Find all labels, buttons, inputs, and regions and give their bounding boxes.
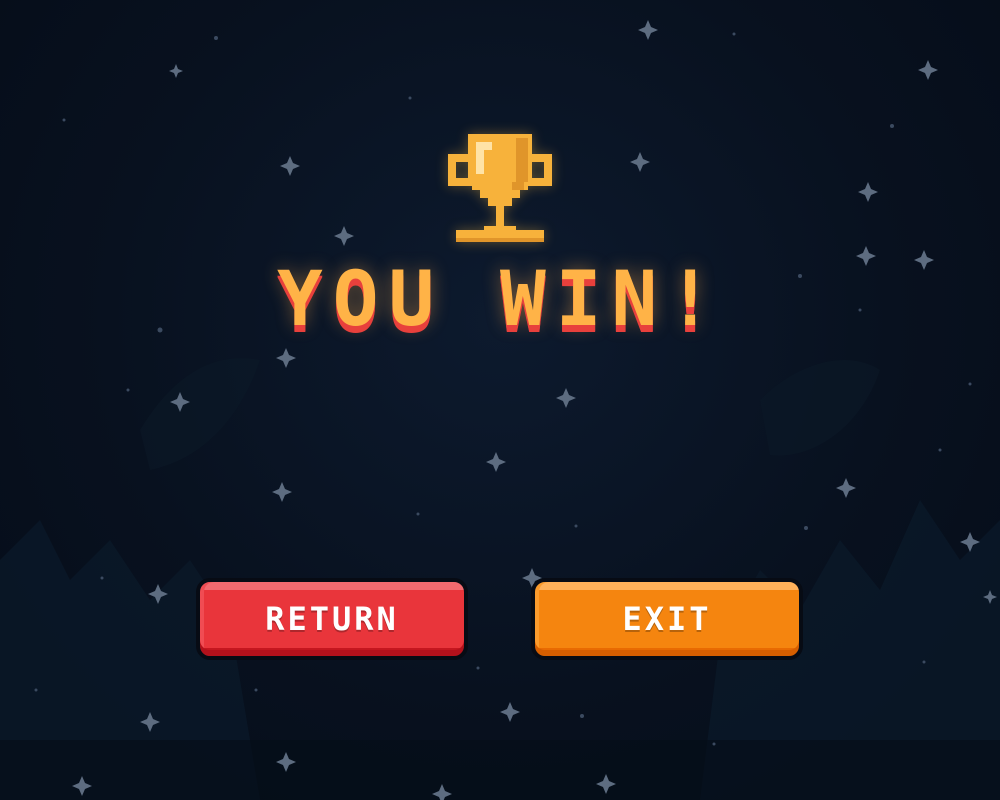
- return-button-label: RETURN: [265, 600, 399, 638]
- victory-screen: YOU WIN! RETURN EXIT: [0, 0, 1000, 800]
- return-button[interactable]: RETURN: [196, 578, 468, 660]
- exit-button[interactable]: EXIT: [531, 578, 803, 660]
- you-win-title: YOU WIN!: [276, 254, 724, 343]
- starfield: [34, 20, 997, 800]
- exit-button-label: EXIT: [622, 600, 712, 638]
- trophy-icon: [448, 134, 552, 242]
